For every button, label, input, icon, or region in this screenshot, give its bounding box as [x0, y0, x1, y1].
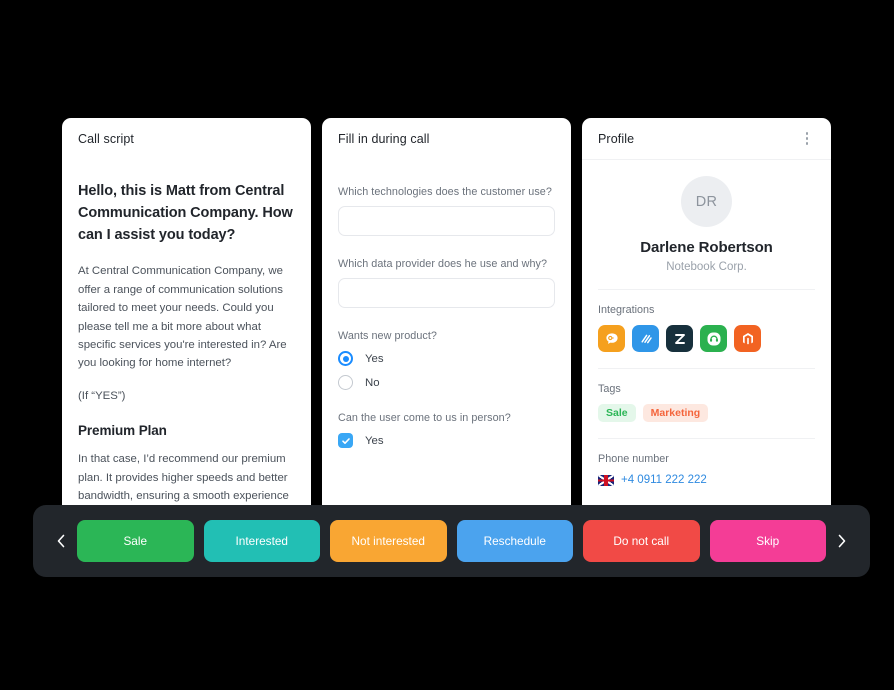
phone-number-row[interactable]: +4 0911 222 222	[598, 474, 815, 486]
intercom-icon[interactable]	[598, 325, 625, 352]
chevron-left-icon[interactable]	[45, 532, 77, 550]
checkmark-icon[interactable]	[338, 433, 353, 448]
field-data-provider-input[interactable]	[338, 278, 555, 308]
profile-company: Notebook Corp.	[666, 261, 747, 273]
call-script-header: Call script	[62, 118, 311, 160]
avatar: DR	[681, 176, 732, 227]
field-technologies-input[interactable]	[338, 206, 555, 236]
profile-name: Darlene Robertson	[640, 239, 773, 256]
profile-card: Profile DR Darlene Robertson Notebook Co…	[582, 118, 831, 505]
radio-option-yes[interactable]: Yes	[338, 351, 555, 366]
divider-3	[598, 438, 815, 439]
freshdesk-icon[interactable]	[700, 325, 727, 352]
radio-no-label: No	[365, 376, 380, 389]
chevron-right-icon[interactable]	[826, 532, 858, 550]
app-root: Call script Hello, this is Matt from Cen…	[0, 0, 894, 690]
call-script-card: Call script Hello, this is Matt from Cen…	[62, 118, 311, 505]
profile-card-title: Profile	[598, 131, 635, 146]
call-script-title: Call script	[78, 132, 134, 146]
field-come-in-person: Can the user come to us in person? Yes	[338, 412, 555, 448]
outcome-button-sale[interactable]: Sale	[77, 520, 194, 562]
tags-list: Sale Marketing	[598, 404, 815, 422]
call-outcome-action-bar: Sale Interested Not interested Reschedul…	[33, 505, 870, 577]
field-technologies-label: Which technologies does the customer use…	[338, 186, 552, 198]
field-technologies: Which technologies does the customer use…	[338, 186, 555, 236]
outcome-button-reschedule[interactable]: Reschedule	[456, 520, 573, 562]
field-come-in-person-label: Can the user come to us in person?	[338, 412, 511, 424]
checkbox-yes-label: Yes	[365, 434, 384, 447]
outcome-buttons: Sale Interested Not interested Reschedul…	[77, 520, 826, 562]
call-script-body: Hello, this is Matt from Central Communi…	[62, 160, 311, 505]
checkbox-option-yes[interactable]: Yes	[338, 433, 555, 448]
integrations-label: Integrations	[598, 304, 655, 316]
zendesk-icon[interactable]	[666, 325, 693, 352]
radio-yes-label: Yes	[365, 352, 384, 365]
outcome-button-not-interested[interactable]: Not interested	[330, 520, 447, 562]
field-wants-new-product: Wants new product? Yes No	[338, 330, 555, 390]
form-card-body: Which technologies does the customer use…	[322, 160, 571, 505]
outcome-button-do-not-call[interactable]: Do not call	[583, 520, 700, 562]
uk-flag-icon	[598, 474, 614, 486]
avatar-initials: DR	[695, 193, 718, 210]
script-paragraph-2: In that case, I’d recommend our premium …	[78, 453, 289, 503]
radio-option-no[interactable]: No	[338, 375, 555, 390]
outcome-button-interested[interactable]: Interested	[203, 520, 320, 562]
profile-card-header: Profile	[582, 118, 831, 160]
outcome-button-skip[interactable]: Skip	[709, 520, 826, 562]
script-condition-note: (If “YES”)	[78, 389, 126, 402]
radio-yes-icon[interactable]	[338, 351, 353, 366]
script-heading-premium-plan: Premium Plan	[78, 423, 167, 439]
cards-row: Call script Hello, this is Matt from Cen…	[62, 118, 832, 505]
field-wants-new-product-label: Wants new product?	[338, 330, 437, 342]
script-lead-text: Hello, this is Matt from Central Communi…	[78, 183, 293, 244]
radio-no-icon[interactable]	[338, 375, 353, 390]
tag-marketing[interactable]: Marketing	[642, 404, 709, 422]
fill-in-during-call-card: Fill in during call Which technologies d…	[322, 118, 571, 505]
divider-2	[598, 368, 815, 369]
divider-1	[598, 289, 815, 290]
phone-number-label: Phone number	[598, 453, 669, 465]
hubspot-icon[interactable]	[632, 325, 659, 352]
form-card-title: Fill in during call	[338, 132, 430, 146]
form-card-header: Fill in during call	[322, 118, 571, 160]
script-paragraph-1: At Central Communication Company, we off…	[78, 265, 287, 370]
kebab-menu-icon[interactable]	[799, 131, 815, 147]
magento-icon[interactable]	[734, 325, 761, 352]
tags-label: Tags	[598, 383, 621, 395]
field-data-provider-label: Which data provider does he use and why?	[338, 258, 548, 270]
profile-card-body: DR Darlene Robertson Notebook Corp. Inte…	[582, 160, 831, 505]
phone-number-value[interactable]: +4 0911 222 222	[621, 474, 707, 486]
tag-sale[interactable]: Sale	[598, 404, 636, 422]
integrations-list	[598, 325, 815, 352]
field-data-provider: Which data provider does he use and why?	[338, 258, 555, 308]
